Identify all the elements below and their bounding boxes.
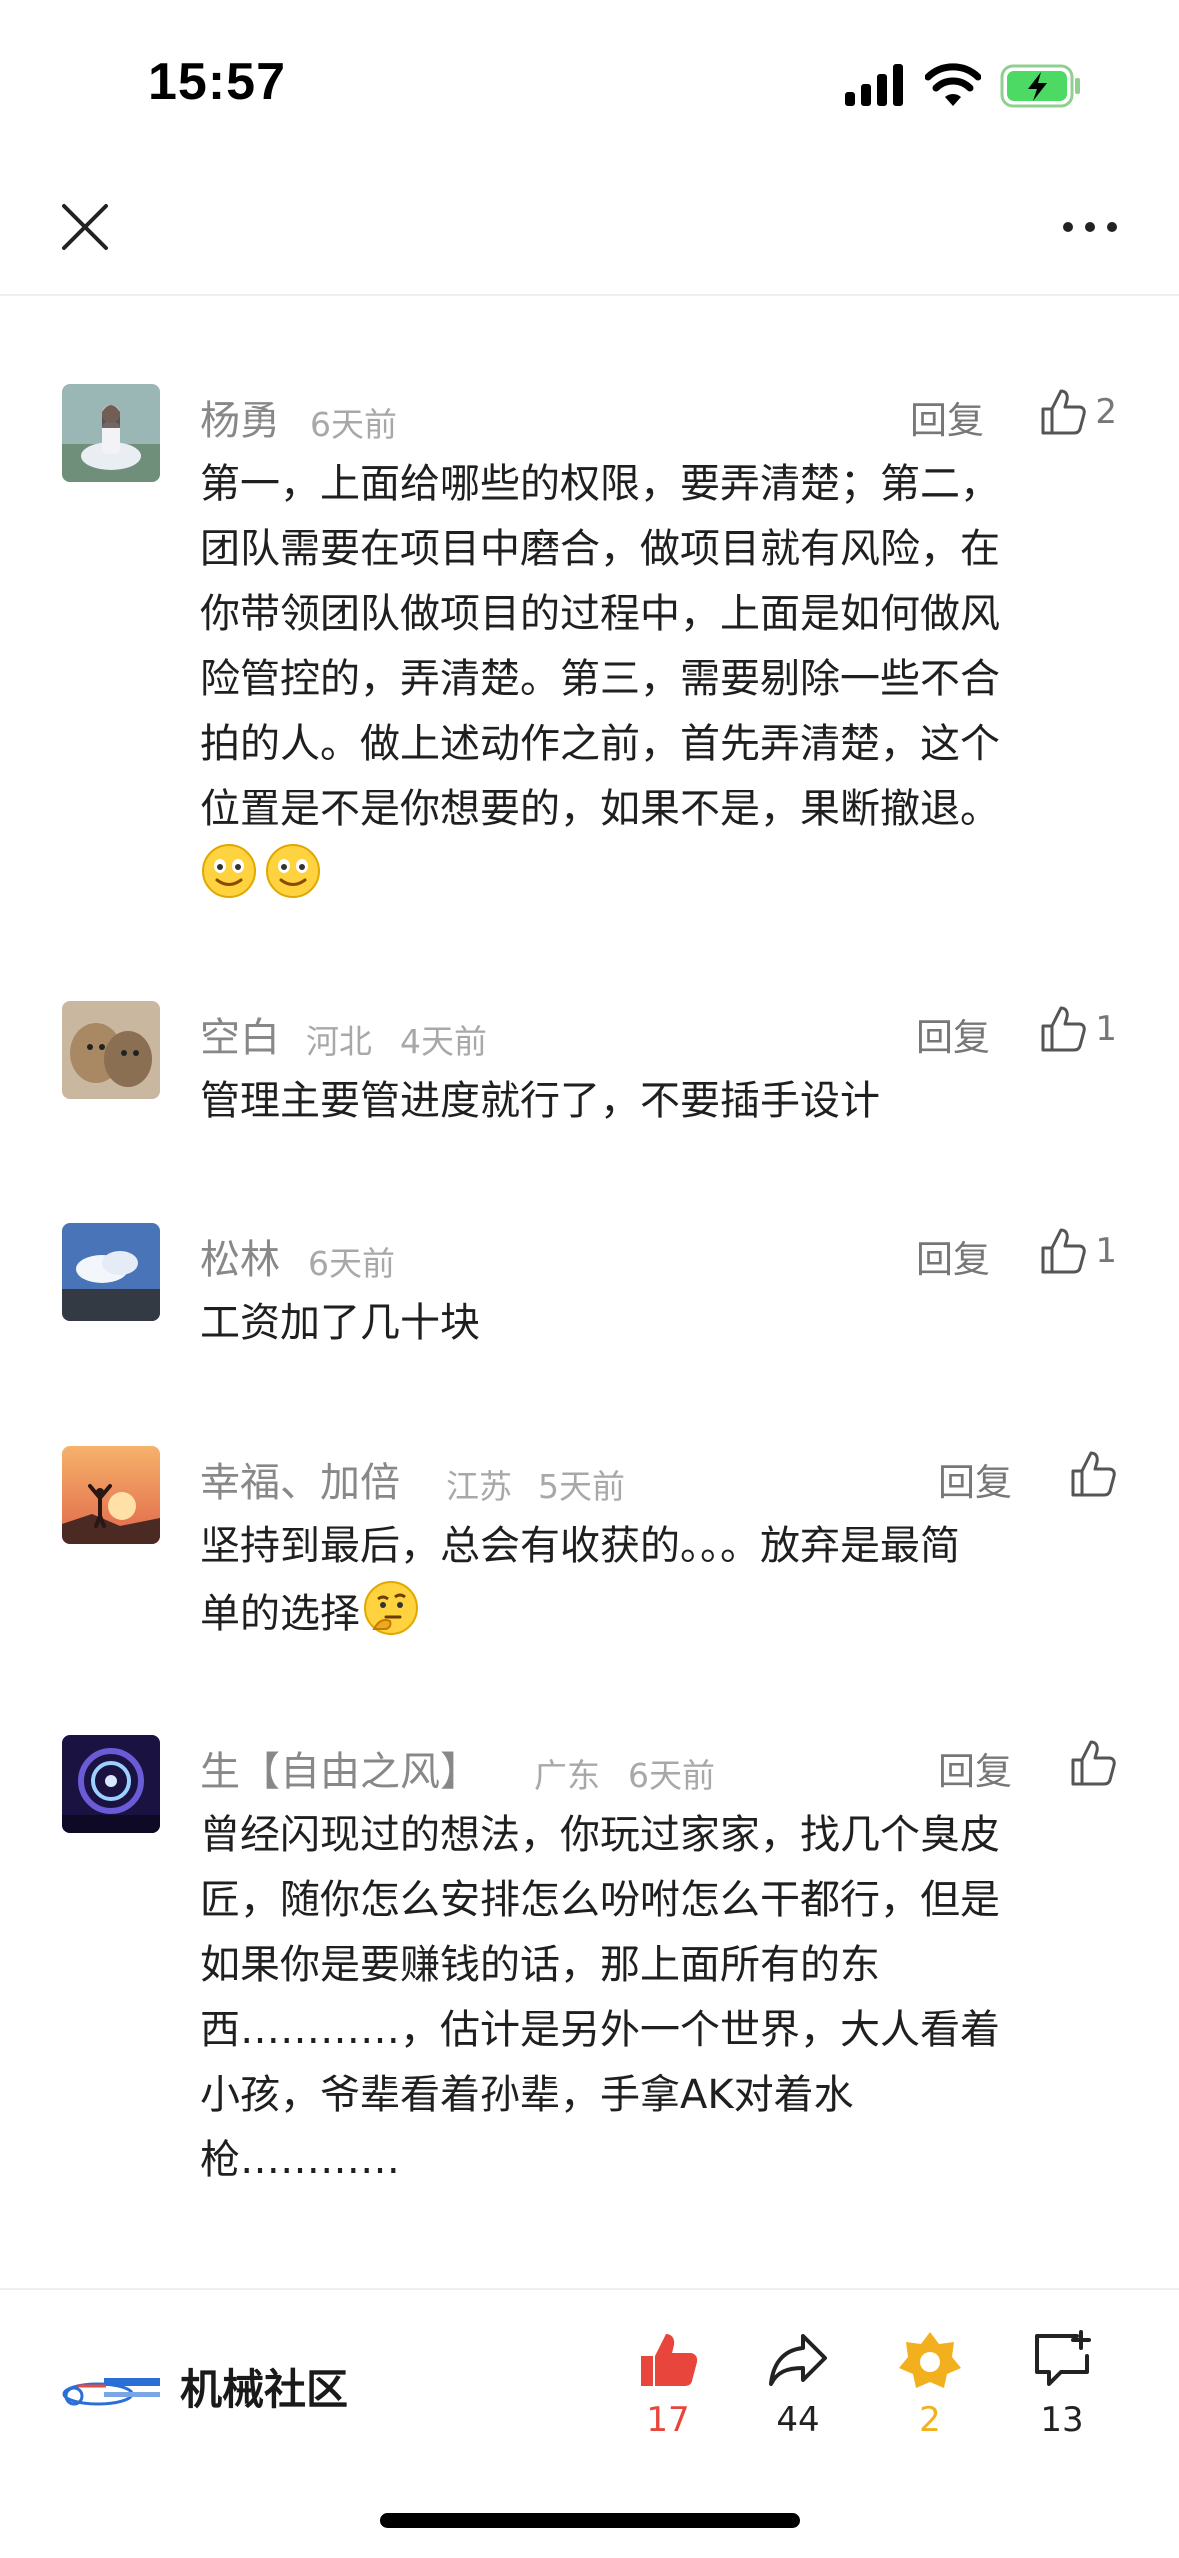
comment-text: 管理主要管进度就行了，不要插手设计: [200, 1078, 880, 1124]
reply-button[interactable]: 回复: [938, 1741, 1012, 1795]
comment-author[interactable]: 空白: [200, 1005, 280, 1063]
like-button[interactable]: 2: [1039, 384, 1117, 440]
comment-author[interactable]: 幸福、加倍: [200, 1450, 400, 1508]
collect-action-button[interactable]: 2: [880, 2328, 980, 2440]
like-count: 2: [1095, 392, 1117, 432]
comment-text: 工资加了几十块: [200, 1300, 480, 1346]
avatar[interactable]: [62, 1223, 160, 1321]
comment-count: 13: [1040, 2400, 1084, 2440]
top-nav-bar: [0, 170, 1179, 296]
status-bar: 15:57: [0, 0, 1179, 170]
like-count: 1: [1095, 1009, 1117, 1049]
reply-button[interactable]: 回复: [916, 1007, 990, 1061]
comment-time: 5天前: [538, 1467, 625, 1506]
reply-button[interactable]: 回复: [938, 1452, 1012, 1506]
comment-author[interactable]: 松林: [200, 1227, 280, 1285]
thumbs-up-icon: [1041, 389, 1087, 435]
avatar[interactable]: [62, 384, 160, 482]
like-count: 1: [1095, 1231, 1117, 1271]
like-button[interactable]: [1069, 1735, 1117, 1791]
comment-item: 空白 河北 4天前 回复 1 管理主要管进度就行了，不要插手设计: [0, 1001, 1179, 1161]
comment-item: 幸福、加倍 江苏 5天前 回复 坚持到最后，总会有收获的。。。放弃是最简 单的选…: [0, 1446, 1179, 1666]
comment-time: 6天前: [308, 1244, 395, 1283]
avatar[interactable]: [62, 1735, 160, 1833]
comment-header: 空白 河北 4天前 回复 1: [200, 1001, 1117, 1061]
status-time: 15:57: [148, 53, 286, 111]
brand-name[interactable]: 机械社区: [180, 2356, 348, 2417]
comment-location: 江苏: [446, 1467, 512, 1506]
comment-text: 第一，上面给哪些的权限，要弄清楚；第二， 团队需要在项目中磨合，做项目就有风险，…: [200, 452, 1120, 910]
home-indicator: [380, 2513, 800, 2528]
wifi-icon: [925, 63, 981, 106]
comment-item: 松林 6天前 回复 1 工资加了几十块: [0, 1223, 1179, 1383]
close-icon[interactable]: [58, 200, 112, 254]
avatar[interactable]: [62, 1446, 160, 1544]
like-button[interactable]: [1069, 1446, 1117, 1502]
thumbs-up-icon: [1041, 1006, 1087, 1052]
comment-text: 坚持到最后，总会有收获的。。。放弃是最简 单的选择: [200, 1523, 960, 1637]
comment-author[interactable]: 杨勇: [200, 388, 280, 446]
comment-action-button[interactable]: 13: [1012, 2328, 1112, 2440]
comment-item: 杨勇 6天前 回复 2 第一，上面给哪些的权限，要弄清楚；第二， 团队需要在项目…: [0, 384, 1179, 904]
share-icon: [769, 2334, 827, 2386]
like-button[interactable]: 1: [1039, 1223, 1117, 1279]
collect-count: 2: [919, 2400, 941, 2440]
thumbs-up-icon: [1071, 1451, 1116, 1497]
share-action-button[interactable]: 44: [748, 2328, 848, 2440]
smile-emoji-icon: [202, 844, 256, 898]
thumbs-up-icon: [1041, 1228, 1087, 1274]
comment-location: 广东: [534, 1756, 600, 1795]
battery-charging-icon: [1000, 64, 1080, 108]
cellular-signal-icon: [845, 64, 903, 106]
brand-logo: [62, 2378, 160, 2406]
like-count: 17: [646, 2400, 690, 2440]
comment-time: 6天前: [310, 405, 397, 444]
like-action-button[interactable]: 17: [618, 2328, 718, 2440]
collect-star-icon: [899, 2332, 961, 2388]
comment-text: 曾经闪现过的想法，你玩过家家，找几个臭皮 匠，随你怎么安排怎么吩咐怎么干都行，但…: [200, 1812, 1000, 2183]
add-comment-icon: [1035, 2330, 1091, 2386]
reply-button[interactable]: 回复: [910, 390, 984, 444]
smile-emoji-icon: [266, 844, 320, 898]
more-options-icon[interactable]: [1060, 210, 1120, 244]
comment-time: 4天前: [400, 1022, 487, 1061]
comment-header: 松林 6天前 回复 1: [200, 1223, 1117, 1283]
comment-location: 河北: [306, 1022, 372, 1061]
comment-author[interactable]: 生【自由之风】: [200, 1739, 480, 1797]
reply-button[interactable]: 回复: [916, 1229, 990, 1283]
share-count: 44: [776, 2400, 820, 2440]
like-button[interactable]: 1: [1039, 1001, 1117, 1057]
comment-header: 杨勇 6天前 回复 2: [200, 384, 1117, 444]
comment-item: 生【自由之风】 广东 6天前 回复 曾经闪现过的想法，你玩过家家，找几个臭皮 匠…: [0, 1735, 1179, 2195]
comment-time: 6天前: [628, 1756, 715, 1795]
comment-header: 幸福、加倍 江苏 5天前 回复: [200, 1446, 1117, 1506]
thumbs-up-icon: [1071, 1740, 1116, 1786]
thinking-emoji-icon: [364, 1581, 418, 1635]
comment-header: 生【自由之风】 广东 6天前 回复: [200, 1735, 1117, 1795]
thumbs-up-filled-icon: [641, 2334, 698, 2386]
avatar[interactable]: [62, 1001, 160, 1099]
